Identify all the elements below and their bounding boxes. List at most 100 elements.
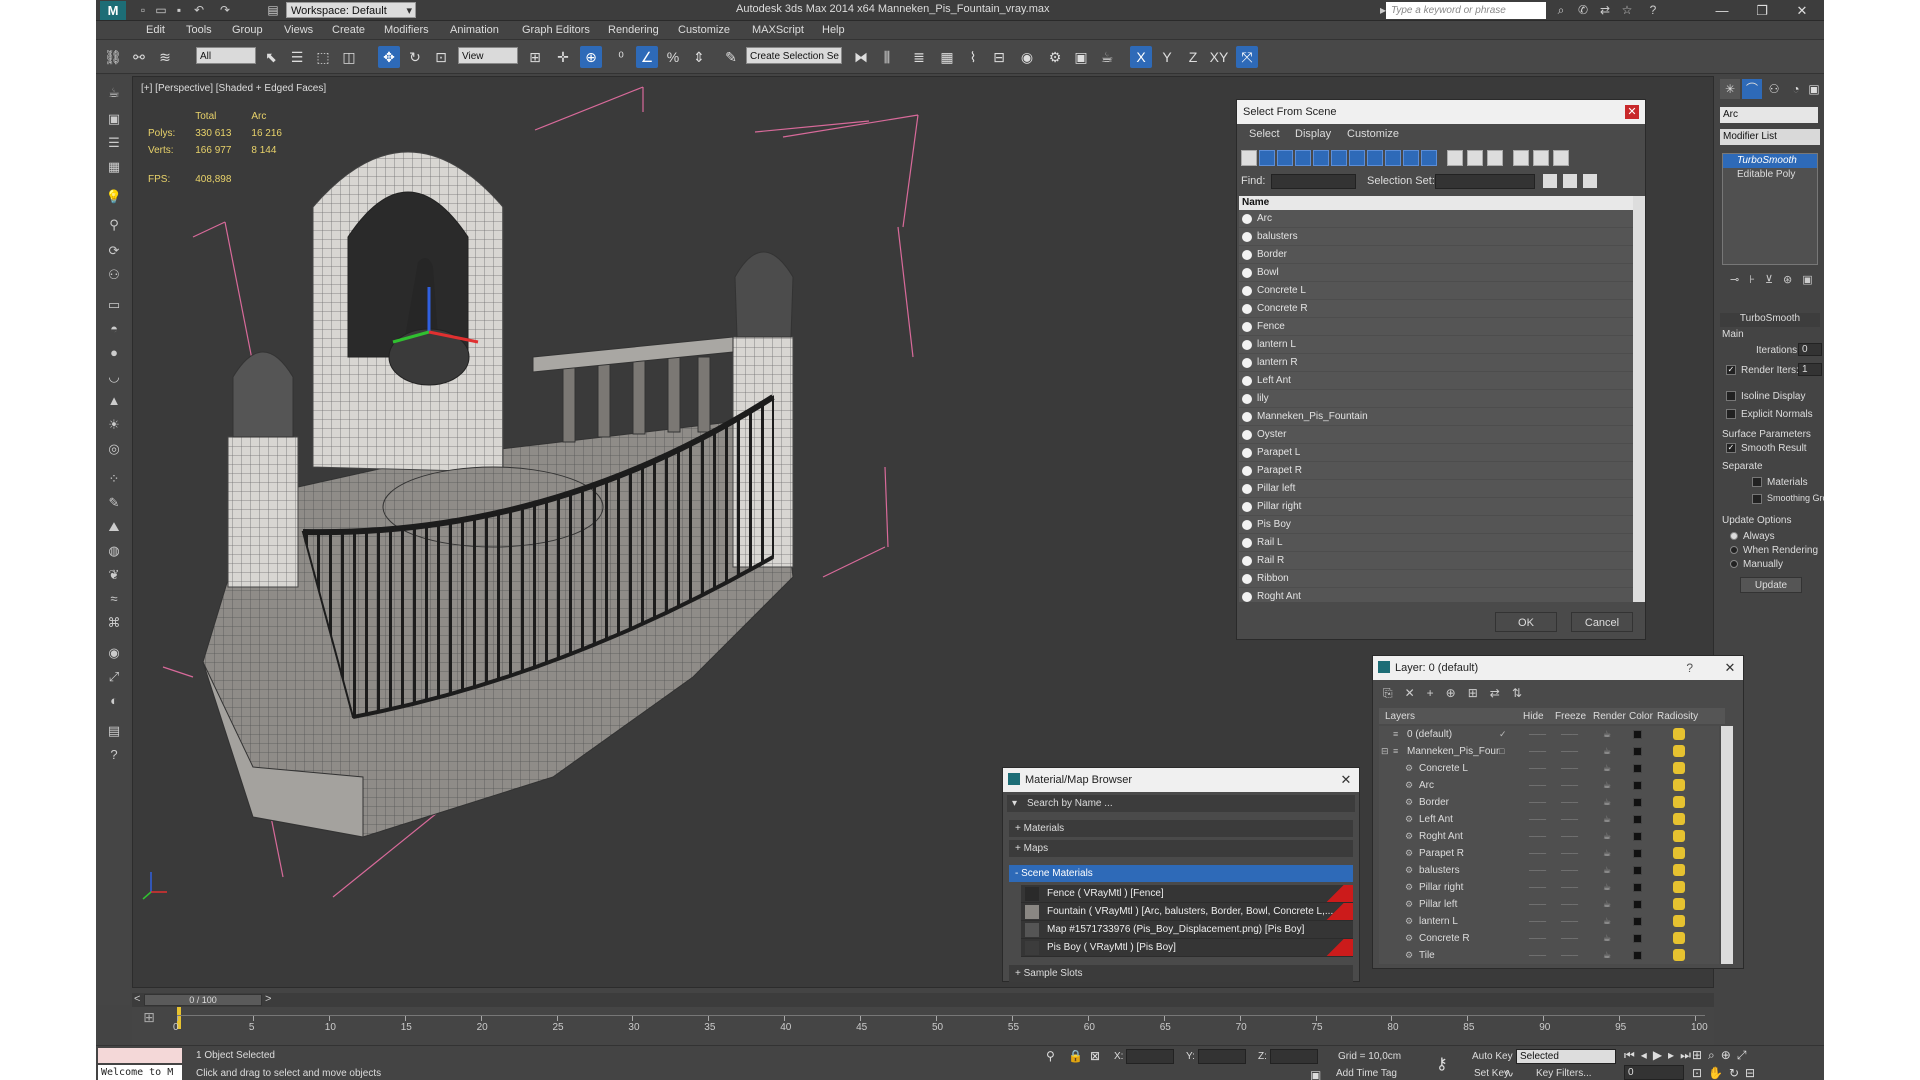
particles-icon[interactable]: ⁘ bbox=[104, 469, 124, 489]
layer-row[interactable]: ⚙ Concrete L ─── ─── ☕ bbox=[1379, 760, 1719, 777]
paint-icon[interactable]: ✎ bbox=[104, 493, 124, 513]
layer-row[interactable]: ≡ 0 (default) ✓ ─── ─── ☕ bbox=[1379, 726, 1719, 743]
set-key-icon[interactable]: ∿ bbox=[1504, 1066, 1514, 1080]
find-input[interactable] bbox=[1271, 174, 1356, 189]
bind-space-warp-icon[interactable]: ≋ bbox=[154, 46, 176, 68]
selection-set-remove-icon[interactable] bbox=[1583, 174, 1597, 188]
maximize-button[interactable]: ❐ bbox=[1742, 0, 1782, 21]
menu-group[interactable]: Group bbox=[232, 24, 263, 36]
layer-row[interactable]: ⚙ Border ─── ─── ☕ bbox=[1379, 794, 1719, 811]
sfs-menu-display[interactable]: Display bbox=[1295, 128, 1331, 140]
list-item[interactable]: Manneken_Pis_Fountain bbox=[1239, 408, 1635, 426]
viewport-nav-controls[interactable]: ⊞⌕⊕⤢ bbox=[1692, 1048, 1752, 1063]
earth-icon[interactable]: ◐ bbox=[104, 691, 124, 711]
columns-icon[interactable] bbox=[1553, 150, 1569, 166]
sfs-menu-customize[interactable]: Customize bbox=[1347, 128, 1399, 140]
menu-graph-editors[interactable]: Graph Editors bbox=[522, 24, 590, 36]
app-logo-icon[interactable]: M bbox=[100, 1, 126, 20]
smooth-result-checkbox[interactable]: ✓ bbox=[1726, 443, 1736, 454]
select-by-name-icon[interactable]: ☰ bbox=[286, 46, 308, 68]
layer-row[interactable]: ⚙ Parapet R ─── ─── ☕ bbox=[1379, 845, 1719, 862]
always-radio[interactable] bbox=[1730, 532, 1738, 541]
add-time-tag[interactable]: Add Time Tag bbox=[1336, 1068, 1397, 1079]
time-slider-thumb[interactable]: 0 / 100 bbox=[144, 994, 262, 1006]
lantern-right[interactable] bbox=[734, 251, 794, 338]
object-name-input[interactable]: Arc bbox=[1720, 107, 1818, 123]
layers-column[interactable]: Layers bbox=[1385, 711, 1415, 722]
cloth-icon[interactable]: ⌘ bbox=[104, 613, 124, 633]
radiosity-column[interactable]: Radiosity bbox=[1657, 711, 1698, 722]
hair-icon[interactable]: ≈ bbox=[104, 589, 124, 609]
render-setup-icon[interactable]: ⚙ bbox=[1044, 46, 1066, 68]
help-button[interactable]: ? bbox=[1686, 661, 1693, 675]
workspace-dropdown[interactable]: Workspace: Default ▾ bbox=[286, 2, 416, 18]
search-input[interactable]: Type a keyword or phrase bbox=[1386, 2, 1546, 19]
iterations-spinner[interactable]: 0 bbox=[1798, 343, 1822, 356]
sort-icon[interactable] bbox=[1533, 150, 1549, 166]
layer-row[interactable]: ⚙ Left Ant ─── ─── ☕ bbox=[1379, 811, 1719, 828]
select-and-manipulate-icon[interactable]: ✛ bbox=[552, 46, 574, 68]
open-file-icon[interactable]: ▭ bbox=[154, 3, 168, 17]
sphere-blue-icon[interactable]: ◉ bbox=[104, 643, 124, 663]
percent-snap-icon[interactable]: % bbox=[662, 46, 684, 68]
star-icon[interactable]: ☆ bbox=[1618, 2, 1636, 19]
pivot-center-icon[interactable]: ⊞ bbox=[524, 46, 546, 68]
list-item[interactable]: Arc bbox=[1239, 210, 1635, 228]
teapot-icon[interactable]: ☕ bbox=[104, 83, 124, 103]
maxscript-listener[interactable] bbox=[98, 1048, 182, 1063]
modifier-list-dropdown[interactable]: Modifier List bbox=[1720, 129, 1820, 145]
list-item[interactable]: lily bbox=[1239, 390, 1635, 408]
layer-manager-icon[interactable]: ≣ bbox=[908, 46, 930, 68]
materials-checkbox[interactable] bbox=[1752, 477, 1762, 488]
z-coordinate-input[interactable] bbox=[1270, 1049, 1318, 1064]
create-tab-icon[interactable]: ✳ bbox=[1720, 79, 1740, 99]
communication-icon[interactable]: ✆ bbox=[1574, 2, 1592, 19]
time-slider[interactable]: < 0 / 100 > bbox=[132, 993, 1714, 1007]
hide-column[interactable]: Hide bbox=[1523, 711, 1544, 722]
list-item[interactable]: Ribbon bbox=[1239, 570, 1635, 588]
material-search-input[interactable]: ▾ Search by Name ... bbox=[1007, 795, 1355, 812]
stack-item-editable-poly[interactable]: Editable Poly bbox=[1723, 168, 1817, 182]
undo-icon[interactable]: ↶ bbox=[192, 3, 206, 17]
track-bar-ruler[interactable]: 0 5 10 15 20 25 30 35 40 45 50 55 60 65 70 75 80 85 90 95 10… bbox=[173, 1015, 1708, 1033]
select-and-scale-icon[interactable]: ⊡ bbox=[430, 46, 452, 68]
list-item[interactable]: balusters bbox=[1239, 228, 1635, 246]
help-circle-icon[interactable]: ? bbox=[104, 745, 124, 765]
scene-materials-section[interactable]: - Scene Materials bbox=[1009, 865, 1353, 882]
script-icon[interactable]: ▤ bbox=[104, 721, 124, 741]
list-item[interactable]: Concrete R bbox=[1239, 300, 1635, 318]
bowl-icon[interactable]: ◡ bbox=[104, 367, 124, 387]
maps-section[interactable]: + Maps bbox=[1009, 840, 1353, 857]
list-item[interactable]: Bowl bbox=[1239, 264, 1635, 282]
list-icon[interactable]: ☰ bbox=[104, 133, 124, 153]
material-item[interactable]: Map #1571733976 (Pis_Boy_Displacement.pn… bbox=[1021, 921, 1353, 939]
name-column-header[interactable]: Name bbox=[1239, 196, 1635, 210]
list-item[interactable]: Parapet L bbox=[1239, 444, 1635, 462]
axis-z-button[interactable]: Z bbox=[1182, 46, 1204, 68]
key-filters-button[interactable]: Key Filters... bbox=[1536, 1068, 1592, 1079]
select-and-rotate-icon[interactable]: ↻ bbox=[404, 46, 426, 68]
render-production-icon[interactable]: ☕ bbox=[1096, 46, 1118, 68]
display-bones-icon[interactable] bbox=[1385, 150, 1401, 166]
color-column[interactable]: Color bbox=[1629, 711, 1653, 722]
edit-named-selection-icon[interactable]: ✎ bbox=[720, 46, 742, 68]
track-bar-toggle-icon[interactable]: ⊞ bbox=[134, 1009, 164, 1031]
close-icon[interactable]: ✕ bbox=[1338, 772, 1354, 788]
explicit-normals-checkbox[interactable] bbox=[1726, 409, 1736, 420]
rectangular-selection-icon[interactable]: ⬚ bbox=[312, 46, 334, 68]
smoothing-groups-checkbox[interactable] bbox=[1752, 493, 1762, 504]
curve-editor-icon[interactable]: ⌇ bbox=[962, 46, 984, 68]
new-file-icon[interactable]: ▫ bbox=[136, 3, 150, 17]
isoline-display-checkbox[interactable] bbox=[1726, 391, 1736, 402]
selection-filter-dropdown[interactable]: All bbox=[196, 47, 256, 64]
project-folder-icon[interactable]: ▤ bbox=[266, 3, 280, 17]
menu-help[interactable]: Help bbox=[822, 24, 845, 36]
helper-icon[interactable]: ⚲ bbox=[104, 215, 124, 235]
image-icon[interactable]: ▣ bbox=[104, 109, 124, 129]
light-icon[interactable]: 💡 bbox=[104, 187, 124, 207]
list-item[interactable]: Border bbox=[1239, 246, 1635, 264]
redo-icon[interactable]: ↷ bbox=[218, 3, 232, 17]
list-item[interactable]: Rail R bbox=[1239, 552, 1635, 570]
display-shapes-icon[interactable] bbox=[1259, 150, 1275, 166]
motion-tab-icon[interactable]: ◔ bbox=[1786, 79, 1806, 99]
